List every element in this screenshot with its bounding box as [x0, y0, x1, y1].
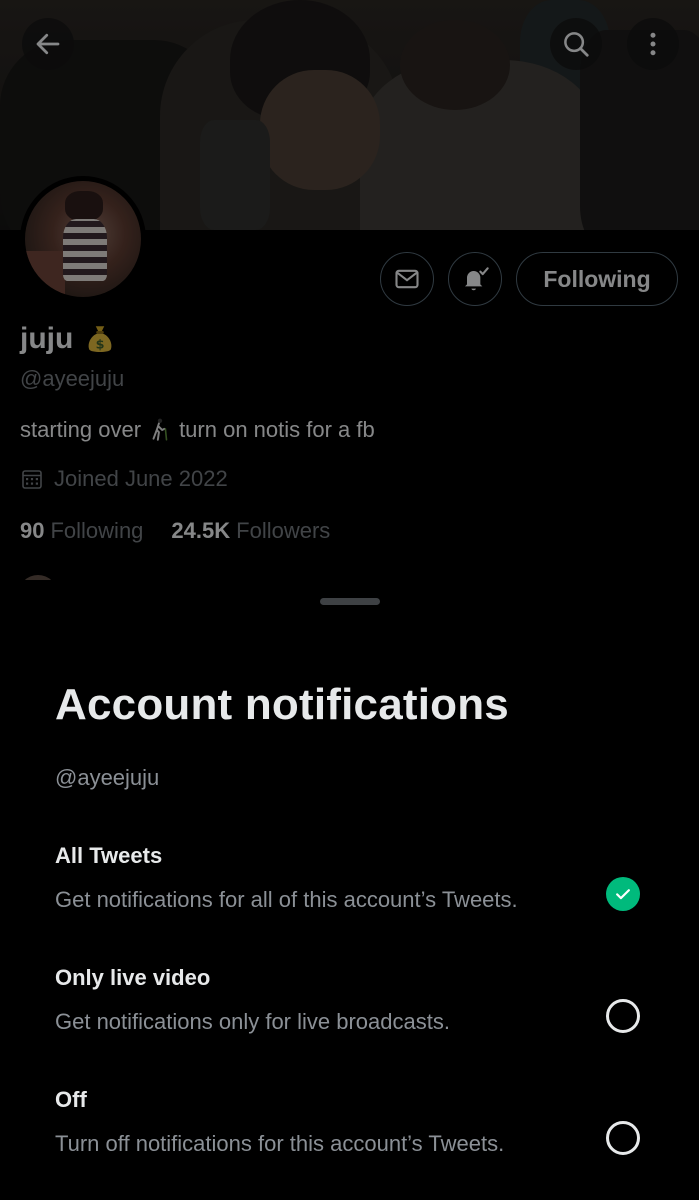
checkmark-icon [616, 889, 630, 900]
option-description: Get notifications for all of this accoun… [55, 887, 518, 912]
option-all-tweets[interactable]: All Tweets Get notifications for all of … [55, 843, 655, 933]
option-title: All Tweets [55, 843, 163, 868]
sheet-account-handle: @ayeejuju [55, 765, 160, 790]
option-title: Off [55, 1087, 87, 1112]
option-description: Get notifications only for live broadcas… [55, 1009, 450, 1034]
sheet-drag-handle[interactable] [320, 598, 380, 605]
modal-backdrop[interactable] [0, 0, 699, 620]
option-title: Only live video [55, 965, 211, 990]
option-off[interactable]: Off Turn off notifications for this acco… [55, 1087, 655, 1177]
radio-unselected[interactable] [606, 1121, 640, 1155]
account-notifications-sheet: Account notifications @ayeejuju All Twee… [0, 580, 699, 1200]
sheet-title: Account notifications [55, 680, 509, 729]
option-only-live-video[interactable]: Only live video Get notifications only f… [55, 965, 655, 1055]
radio-unselected[interactable] [606, 999, 640, 1033]
radio-selected[interactable] [606, 877, 640, 911]
option-description: Turn off notifications for this account’… [55, 1131, 505, 1156]
